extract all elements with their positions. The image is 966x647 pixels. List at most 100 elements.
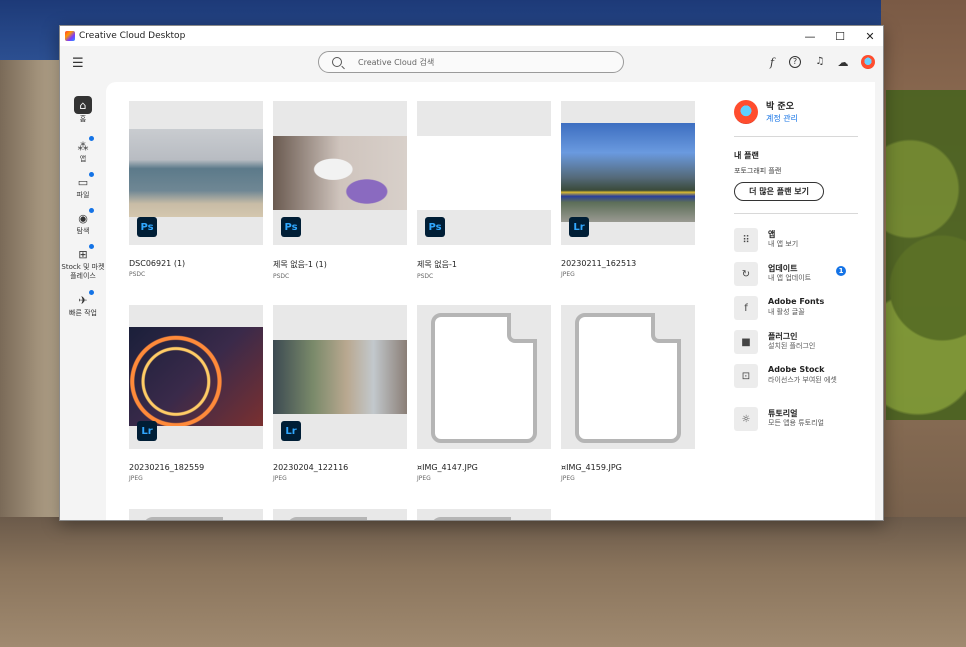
search-input[interactable]: Creative Cloud 검색	[318, 51, 624, 73]
file-icon	[431, 517, 537, 520]
file-fold	[651, 313, 681, 343]
file-card-partial[interactable]	[417, 509, 551, 520]
plan-name: 포토그래피 플랜	[734, 167, 782, 175]
file-name: ¤IMG_4159.JPG	[561, 463, 622, 472]
file-card[interactable]: ¤IMG_4147.JPG JPEG	[417, 305, 551, 482]
panel-item-title: Adobe Stock	[768, 365, 825, 374]
file-card[interactable]: Ps 제목 없음-1 PSDC	[417, 101, 551, 280]
panel-item[interactable]: ■ 플러그인 설치된 플러그인	[734, 330, 868, 360]
home-icon: ⌂	[74, 96, 92, 114]
bell-icon[interactable]: ♫	[813, 56, 827, 67]
sidebar-item-2[interactable]: ▭ 파일	[60, 172, 106, 200]
main-content: Ps DSC06921 (1) PSDC Ps 제목 없음-1 (1) PSDC Ps 제목 …	[106, 82, 875, 520]
file-thumbnail[interactable]: Lr	[129, 305, 263, 449]
notification-dot	[89, 208, 94, 213]
sidebar-item-label: 앱	[79, 155, 87, 163]
file-card[interactable]: ¤IMG_4159.JPG JPEG	[561, 305, 695, 482]
file-thumbnail[interactable]	[273, 509, 407, 520]
grid-icon: ⠿	[734, 228, 758, 252]
file-icon	[287, 517, 393, 520]
file-thumbnail[interactable]: Ps	[129, 101, 263, 245]
wallpaper-wall-left	[0, 60, 60, 560]
store-icon: ⊞	[75, 244, 94, 262]
file-type: JPEG	[417, 475, 431, 482]
file-card[interactable]: Ps DSC06921 (1) PSDC	[129, 101, 263, 278]
fonts-icon[interactable]: f	[765, 56, 779, 69]
lightbulb-icon: ☼	[734, 407, 758, 431]
cloud-icon[interactable]: ☁	[836, 56, 850, 69]
panel-item[interactable]: ⊡ Adobe Stock 라이선스가 부여된 에셋	[734, 364, 868, 394]
lr-app-icon: Lr	[137, 421, 157, 441]
notification-dot	[89, 290, 94, 295]
thumbnail-image	[273, 340, 407, 414]
thumbnail-image	[273, 136, 407, 210]
file-thumbnail[interactable]	[129, 509, 263, 520]
thumbnail-image	[417, 136, 551, 210]
file-card-partial[interactable]	[129, 509, 263, 520]
search-icon	[332, 57, 342, 67]
file-fold	[219, 517, 249, 520]
sidebar-item-0[interactable]: ⌂ 홈	[60, 96, 106, 124]
account-name: 박 준오	[766, 102, 794, 112]
file-thumbnail[interactable]	[417, 509, 551, 520]
help-icon[interactable]: ?	[789, 56, 801, 68]
panel-item-subtitle: 내 활성 글꼴	[768, 308, 805, 316]
panel-item[interactable]: f Adobe Fonts 내 활성 글꼴	[734, 296, 868, 326]
file-card-partial[interactable]	[273, 509, 407, 520]
manage-account-link[interactable]: 계정 관리	[766, 113, 798, 124]
file-card[interactable]: Lr 20230216_182559 JPEG	[129, 305, 263, 482]
panel-item-subtitle: 내 앱 업데이트	[768, 274, 812, 282]
panel-item-title: 업데이트	[768, 264, 798, 273]
more-plans-button[interactable]: 더 많은 플랜 보기	[734, 182, 824, 201]
avatar[interactable]	[861, 55, 875, 69]
window-title: Creative Cloud Desktop	[79, 31, 186, 41]
menu-icon[interactable]: ☰	[72, 56, 84, 71]
file-icon	[143, 517, 249, 520]
file-thumbnail[interactable]: Lr	[273, 305, 407, 449]
sidebar: ⌂ 홈 ⁂ 앱 ▭ 파일 ◉ 탐색 ⊞ Stock 및 마켓플레이스 ✈ 빠른 작업	[60, 82, 106, 520]
file-name: 20230211_162513	[561, 259, 637, 268]
folder-icon: ▭	[75, 172, 94, 190]
title-bar[interactable]: Creative Cloud Desktop — ☐ ✕	[60, 26, 883, 46]
apps-icon: ⁂	[75, 136, 94, 154]
ps-app-icon: Ps	[281, 217, 301, 237]
wallpaper-ivy	[886, 90, 966, 420]
sidebar-item-4[interactable]: ⊞ Stock 및 마켓플레이스	[60, 244, 106, 281]
file-type: PSDC	[417, 273, 434, 280]
top-toolbar: ☰ Creative Cloud 검색 f ? ♫ ☁	[60, 46, 883, 82]
sidebar-item-5[interactable]: ✈ 빠른 작업	[60, 290, 106, 318]
file-name: 제목 없음-1 (1)	[273, 260, 327, 269]
file-fold	[507, 517, 537, 520]
file-type: JPEG	[561, 271, 575, 278]
creative-cloud-logo-icon	[65, 31, 75, 41]
file-thumbnail[interactable]: Lr	[561, 101, 695, 245]
file-icon	[431, 313, 537, 443]
panel-item[interactable]: ☼ 튜토리얼 모든 앱용 튜토리얼	[734, 407, 868, 437]
file-thumbnail[interactable]: Ps	[273, 101, 407, 245]
lr-app-icon: Lr	[281, 421, 301, 441]
file-fold	[507, 313, 537, 343]
file-thumbnail[interactable]: Ps	[417, 101, 551, 245]
file-card[interactable]: Ps 제목 없음-1 (1) PSDC	[273, 101, 407, 280]
ps-app-icon: Ps	[425, 217, 445, 237]
file-thumbnail[interactable]	[417, 305, 551, 449]
file-card[interactable]: Lr 20230211_162513 JPEG	[561, 101, 695, 278]
sidebar-item-3[interactable]: ◉ 탐색	[60, 208, 106, 236]
panel-item-title: 튜토리얼	[768, 409, 798, 418]
close-button[interactable]: ✕	[855, 26, 885, 46]
app-window: Creative Cloud Desktop — ☐ ✕ ☰ Creative …	[59, 25, 884, 521]
divider	[734, 213, 858, 214]
file-type: JPEG	[129, 475, 143, 482]
minimize-button[interactable]: —	[795, 26, 825, 46]
sidebar-item-1[interactable]: ⁂ 앱	[60, 136, 106, 164]
file-card[interactable]: Lr 20230204_122116 JPEG	[273, 305, 407, 482]
file-thumbnail[interactable]	[561, 305, 695, 449]
maximize-button[interactable]: ☐	[825, 26, 855, 46]
thumbnail-image	[129, 129, 263, 217]
panel-item[interactable]: ⠿ 앱 내 앱 보기	[734, 228, 868, 258]
panel-item[interactable]: ↻ 업데이트 내 앱 업데이트 1	[734, 262, 868, 292]
sidebar-item-label: Stock 및 마켓플레이스	[61, 263, 105, 280]
ps-app-icon: Ps	[137, 217, 157, 237]
panel-item-subtitle: 라이선스가 부여된 에셋	[768, 376, 837, 384]
panel-item-title: 앱	[768, 230, 776, 239]
